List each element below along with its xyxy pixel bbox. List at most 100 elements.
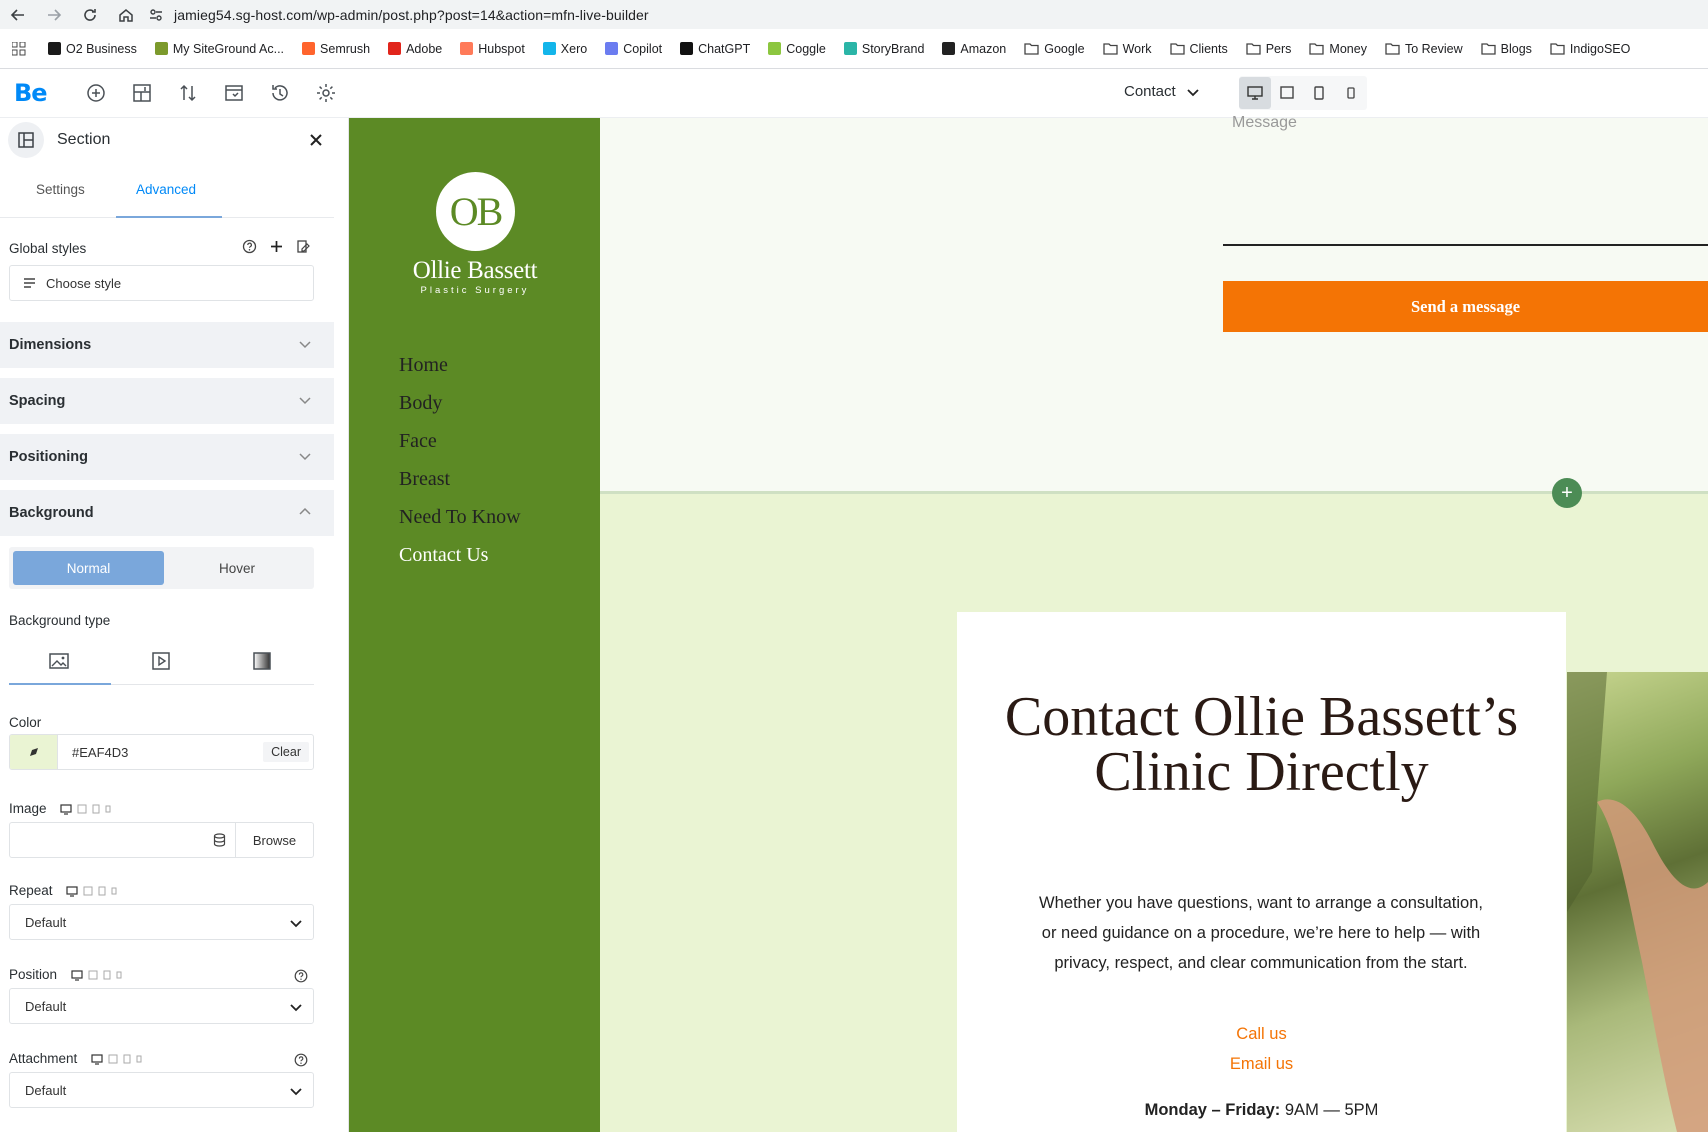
accordion-spacing[interactable]: Spacing [0,378,334,424]
tab-settings[interactable]: Settings [36,182,85,197]
reload-icon[interactable] [72,0,108,29]
help-icon[interactable] [294,1053,308,1067]
bookmark-item[interactable]: IndigoSEO [1550,42,1630,56]
global-style-select[interactable]: Choose style [9,265,314,301]
pre-built-sections-icon[interactable] [131,82,153,104]
laptop-icon[interactable] [77,804,87,814]
bookmark-item[interactable]: Xero [542,42,587,56]
repeat-select[interactable]: Default [9,904,314,940]
bookmark-item[interactable]: Clients [1169,42,1228,56]
laptop-icon[interactable] [108,1054,118,1064]
sort-icon[interactable] [177,82,199,104]
bookmark-item[interactable]: Work [1102,42,1152,56]
message-textarea[interactable]: Message [1232,114,1297,132]
mobile-view-icon[interactable] [1335,77,1367,109]
plus-icon[interactable] [269,239,284,254]
bookmark-item[interactable]: To Review [1385,42,1463,56]
laptop-icon[interactable] [88,970,98,980]
bookmark-item[interactable]: My SiteGround Ac... [154,42,284,56]
color-swatch[interactable] [10,735,58,769]
site-info-icon[interactable] [144,0,168,29]
bookmark-item[interactable]: Semrush [302,42,370,56]
tablet-icon[interactable] [98,886,106,896]
media-library-icon[interactable] [213,833,226,847]
bookmark-item[interactable]: ChatGPT [680,42,750,56]
bookmark-item[interactable]: Hubspot [460,42,525,56]
close-icon[interactable] [306,130,326,150]
clear-color-button[interactable]: Clear [263,742,309,762]
image-type-icon[interactable] [48,650,72,674]
tablet-icon[interactable] [123,1054,131,1064]
send-message-button[interactable]: Send a message [1223,281,1708,332]
nav-face[interactable]: Face [399,430,437,453]
panel-title: Section [57,131,111,148]
add-element-icon[interactable] [85,82,107,104]
desktop-icon[interactable] [71,970,83,981]
accordion-dimensions[interactable]: Dimensions [0,322,334,368]
video-type-icon[interactable] [150,650,174,674]
bookmark-item[interactable]: O2 Business [48,42,137,56]
bookmark-item[interactable]: Pers [1246,42,1291,56]
email-us-link[interactable]: Email us [1000,1055,1523,1074]
desktop-icon[interactable] [66,886,78,897]
site-logo-circle[interactable]: OB [436,172,515,251]
help-icon[interactable] [294,969,308,983]
choose-style-text: Choose style [46,275,122,291]
nav-body[interactable]: Body [399,392,442,415]
apps-grid-icon[interactable] [4,41,34,56]
tablet-view-icon[interactable] [1303,77,1335,109]
help-icon[interactable] [242,239,257,254]
state-normal-button[interactable]: Normal [13,551,164,585]
laptop-icon[interactable] [83,886,93,896]
nav-home[interactable]: Home [399,354,448,377]
desktop-icon[interactable] [91,1054,103,1065]
accordion-background[interactable]: Background [0,490,334,536]
settings-gear-icon[interactable] [315,82,337,104]
tablet-icon[interactable] [92,804,100,814]
nav-breast[interactable]: Breast [399,468,450,491]
position-select[interactable]: Default [9,988,314,1024]
desktop-icon[interactable] [60,804,72,815]
bookmark-item[interactable]: Google [1024,42,1085,56]
edit-style-icon[interactable] [296,239,311,254]
templates-icon[interactable] [223,82,245,104]
betheme-logo[interactable]: Be [14,79,48,107]
nav-contact-us[interactable]: Contact Us [399,544,488,567]
add-section-button[interactable]: + [1552,478,1582,508]
color-value[interactable]: #EAF4D3 [72,745,263,760]
favicon-icon [843,42,857,55]
forward-icon[interactable] [36,0,72,29]
browse-button[interactable]: Browse [235,823,313,857]
folder-icon [1309,43,1325,55]
bookmark-item[interactable]: Coggle [768,42,826,56]
home-icon[interactable] [108,0,144,29]
history-icon[interactable] [269,82,291,104]
page-selector[interactable]: Contact [1124,83,1200,100]
laptop-view-icon[interactable] [1271,77,1303,109]
bookmark-item[interactable]: Adobe [388,42,442,56]
back-icon[interactable] [0,0,36,29]
mobile-icon[interactable] [136,1054,142,1064]
bookmark-item[interactable]: Money [1309,42,1367,56]
tablet-icon[interactable] [103,970,111,980]
image-url-input[interactable] [10,823,213,857]
color-field[interactable]: #EAF4D3 Clear [9,734,314,770]
accordion-positioning[interactable]: Positioning [0,434,334,480]
gradient-type-icon[interactable] [251,650,275,674]
mobile-icon[interactable] [116,970,122,980]
repeat-select-value: Default [25,914,67,930]
state-hover-button[interactable]: Hover [164,551,310,585]
tab-advanced[interactable]: Advanced [136,182,196,197]
mobile-icon[interactable] [111,886,117,896]
nav-need-to-know[interactable]: Need To Know [399,506,521,529]
bookmark-item[interactable]: StoryBrand [843,42,924,56]
attachment-select[interactable]: Default [9,1072,314,1108]
mobile-icon[interactable] [105,804,111,814]
call-us-link[interactable]: Call us [1000,1025,1523,1044]
accordion-background-label: Background [9,505,94,521]
desktop-view-icon[interactable] [1239,77,1271,109]
bookmark-item[interactable]: Blogs [1480,42,1532,56]
bookmark-item[interactable]: Copilot [605,42,662,56]
url-text[interactable]: jamieg54.sg-host.com/wp-admin/post.php?p… [174,7,649,23]
bookmark-item[interactable]: Amazon [942,42,1006,56]
